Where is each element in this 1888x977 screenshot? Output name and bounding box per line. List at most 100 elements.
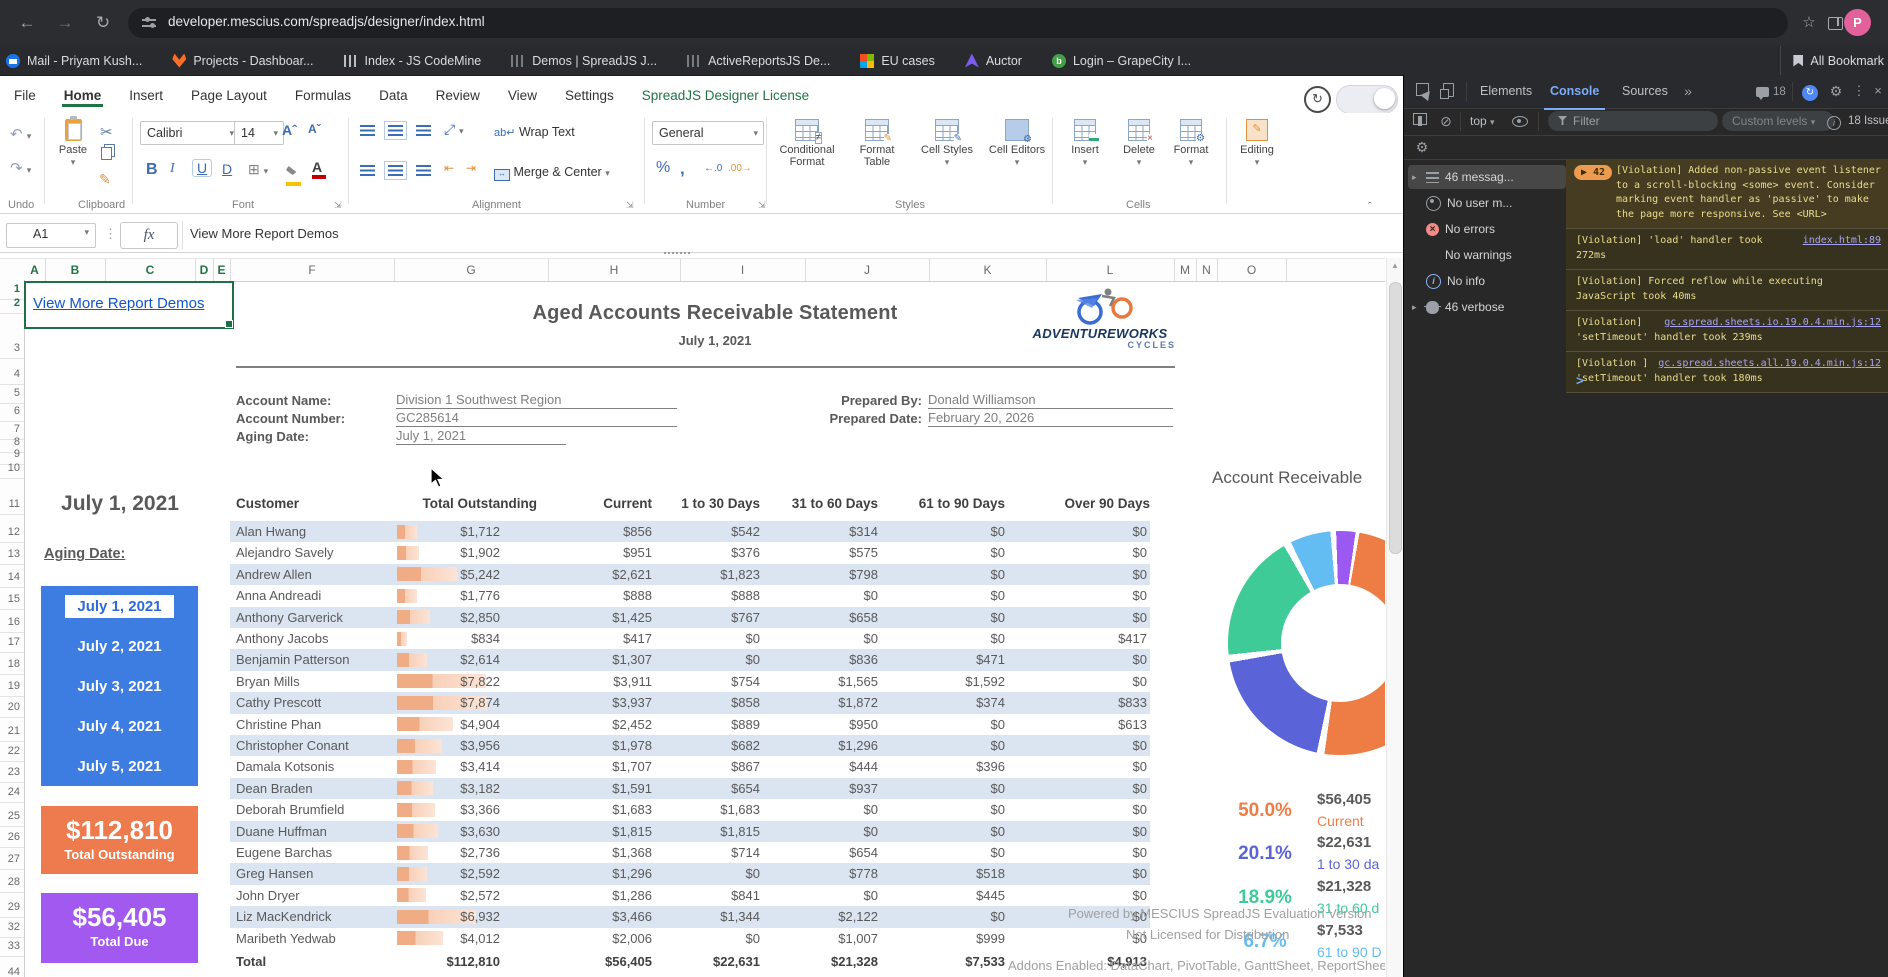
console-message[interactable]: gc.spread.sheets.io.19.0.4.min.js:12 [Vio… [1566,311,1888,352]
amount-cell[interactable]: $445 [895,888,1005,903]
amount-cell[interactable]: $0 [895,717,1005,732]
amount-cell[interactable]: $0 [895,631,1005,646]
amount-cell[interactable]: $0 [650,631,760,646]
amount-cell[interactable]: $1,776 [390,588,500,603]
customer-cell[interactable]: Anna Andreadi [236,588,321,603]
column-header-o[interactable]: O [1217,259,1287,281]
amount-cell[interactable]: $1,683 [650,802,760,817]
amount-cell[interactable]: $767 [650,610,760,625]
customer-cell[interactable]: John Dryer [236,888,300,903]
row-headers[interactable]: 1 2 3 4 5 6 7 8 9 10 11 12 13 14 15 16 17 18 19 20 21 22 23 24 2… [0,280,25,977]
expand-caret-icon[interactable]: ▸ [1412,172,1420,183]
amount-cell[interactable]: $3,937 [542,695,652,710]
customer-cell[interactable]: Eugene Barchas [236,845,332,860]
amount-cell[interactable]: $0 [895,781,1005,796]
customer-cell[interactable]: Alejandro Savely [236,545,334,560]
row-header-10[interactable]: 10 [0,462,20,474]
profile-avatar[interactable]: P [1844,9,1871,36]
amount-cell[interactable]: $0 [1037,567,1147,582]
clear-console-icon[interactable]: ⊘ [1438,113,1454,129]
column-header-d[interactable]: D [195,259,214,283]
amount-cell[interactable]: $1,872 [768,695,878,710]
amount-cell[interactable]: $0 [768,802,878,817]
console-prompt-icon[interactable]: > [1576,373,1584,388]
amount-cell[interactable]: $2,592 [390,866,500,881]
amount-cell[interactable]: $0 [895,588,1005,603]
amount-cell[interactable]: $0 [1037,738,1147,753]
aging-date-option[interactable]: July 4, 2021 [41,706,198,746]
amount-cell[interactable]: $0 [1037,759,1147,774]
column-header-k[interactable]: K [929,259,1047,281]
amount-cell[interactable]: $417 [1037,631,1147,646]
row-header-9[interactable]: 9 [0,448,20,460]
amount-cell[interactable]: $950 [768,717,878,732]
column-header-e[interactable]: E [213,259,231,283]
amount-cell[interactable]: $1,592 [895,674,1005,689]
amount-cell[interactable]: $0 [1037,610,1147,625]
customer-cell[interactable]: Benjamin Patterson [236,652,349,667]
scroll-up-icon[interactable]: ▲ [1387,261,1403,270]
amount-cell[interactable]: $1,007 [768,931,878,946]
field-value[interactable]: Donald Williamson [928,392,1173,409]
amount-cell[interactable]: $7,874 [390,695,500,710]
amount-cell[interactable]: $542 [650,524,760,539]
amount-cell[interactable]: $314 [768,524,878,539]
amount-cell[interactable]: $2,006 [542,931,652,946]
amount-cell[interactable]: $2,736 [390,845,500,860]
amount-cell[interactable]: $2,452 [542,717,652,732]
console-filter-warning[interactable]: No warnings [1408,243,1566,267]
column-header-g[interactable]: G [394,259,549,281]
customer-cell[interactable]: Deborah Brumfield [236,802,344,817]
amount-cell[interactable]: $856 [542,524,652,539]
amount-cell[interactable]: $518 [895,866,1005,881]
console-filter-list[interactable]: ▸ 46 messag... [1408,165,1566,189]
row-header-19[interactable]: 19 [0,680,20,692]
row-header-13[interactable]: 13 [0,548,20,560]
amount-cell[interactable]: $3,182 [390,781,500,796]
amount-cell[interactable]: $2,614 [390,652,500,667]
row-header-12[interactable]: 12 [0,526,20,538]
row-header-26[interactable]: 26 [0,831,20,843]
console-message-count[interactable]: 18 [1756,84,1786,102]
devtools-menu-icon[interactable]: ⋮ [1851,83,1867,99]
amount-cell[interactable]: $0 [768,588,878,603]
amount-cell[interactable]: $754 [650,674,760,689]
column-header-b[interactable]: B [45,259,106,283]
amount-cell[interactable]: $0 [1037,545,1147,560]
devtools-activity-icon[interactable]: ↻ [1802,83,1818,101]
console-message[interactable]: [Violation] Forced reflow while executin… [1566,270,1888,311]
row-header-29[interactable]: 29 [0,901,20,913]
console-filter-error[interactable]: × No errors [1408,217,1566,241]
amount-cell[interactable]: $0 [768,888,878,903]
amount-cell[interactable]: $682 [650,738,760,753]
console-message[interactable]: gc.spread.sheets.all.19.0.4.min.js:12 [Vi… [1566,352,1888,393]
column-header-n[interactable]: N [1196,259,1218,281]
amount-cell[interactable]: $0 [1037,888,1147,903]
amount-cell[interactable]: $999 [895,931,1005,946]
amount-cell[interactable]: $1,368 [542,845,652,860]
row-header-14[interactable]: 14 [0,571,20,583]
console-filter-user[interactable]: No user m... [1408,191,1566,215]
bookmark-star-icon[interactable]: ☆ [1796,10,1822,36]
amount-cell[interactable]: $417 [542,631,652,646]
amount-cell[interactable]: $654 [650,781,760,796]
amount-cell[interactable]: $888 [650,588,760,603]
amount-cell[interactable]: $1,591 [542,781,652,796]
amount-cell[interactable]: $0 [1037,524,1147,539]
customer-cell[interactable]: Anthony Jacobs [236,631,329,646]
amount-cell[interactable]: $471 [895,652,1005,667]
amount-cell[interactable]: $1,707 [542,759,652,774]
field-value[interactable]: GC285614 [396,410,677,427]
amount-cell[interactable]: $2,572 [390,888,500,903]
amount-cell[interactable]: $3,911 [542,674,652,689]
amount-cell[interactable]: $0 [650,866,760,881]
amount-cell[interactable]: $0 [895,738,1005,753]
amount-cell[interactable]: $0 [650,931,760,946]
total-amount-cell[interactable]: $21,328 [768,954,878,969]
devtools-close-icon[interactable]: × [1870,83,1886,99]
amount-cell[interactable]: $867 [650,759,760,774]
amount-cell[interactable]: $1,902 [390,545,500,560]
row-header-8[interactable]: 8 [0,436,20,448]
customer-cell[interactable]: Christine Phan [236,717,321,732]
row-header-17[interactable]: 17 [0,636,20,648]
